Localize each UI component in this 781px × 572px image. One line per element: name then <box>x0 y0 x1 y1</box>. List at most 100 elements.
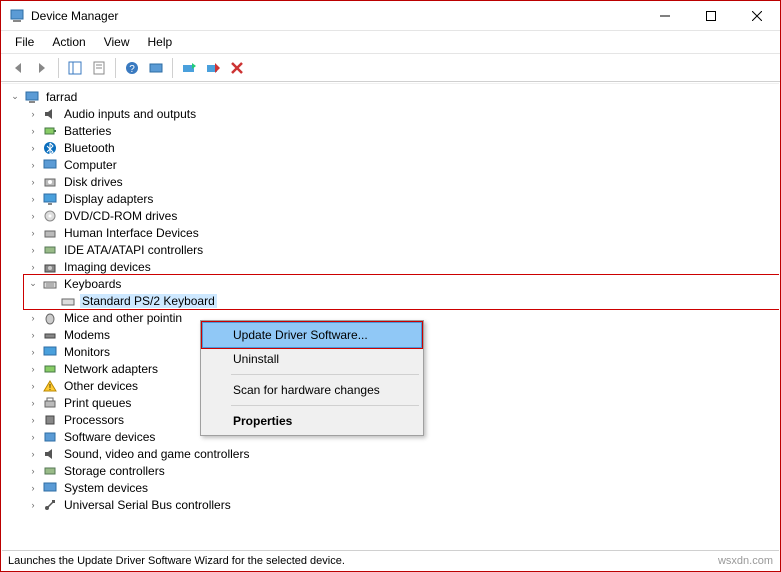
node-label: Mice and other pointin <box>62 311 184 325</box>
forward-button[interactable] <box>31 57 53 79</box>
bluetooth-icon <box>42 140 58 156</box>
expand-icon[interactable]: › <box>26 158 40 172</box>
scan-hardware-button[interactable] <box>145 57 167 79</box>
menu-label: Update Driver Software... <box>233 328 368 342</box>
close-button[interactable] <box>734 1 780 31</box>
expand-icon[interactable]: › <box>26 124 40 138</box>
camera-icon <box>42 259 58 275</box>
node-label: Monitors <box>62 345 112 359</box>
tree-node-audio[interactable]: › Audio inputs and outputs <box>24 105 779 122</box>
expand-icon[interactable]: › <box>26 379 40 393</box>
menu-help[interactable]: Help <box>140 33 181 51</box>
svg-text:!: ! <box>49 383 51 392</box>
expand-icon[interactable]: › <box>26 464 40 478</box>
storage-icon <box>42 463 58 479</box>
tree-node-computer[interactable]: ›Computer <box>24 156 779 173</box>
expand-icon[interactable]: › <box>26 243 40 257</box>
expand-icon[interactable]: › <box>26 413 40 427</box>
tree-root[interactable]: ⌄ farrad <box>6 88 779 105</box>
expand-icon[interactable]: › <box>26 481 40 495</box>
node-label: Disk drives <box>62 175 125 189</box>
tree-node-imaging[interactable]: ›Imaging devices <box>24 258 779 275</box>
node-label: Standard PS/2 Keyboard <box>80 294 217 308</box>
menu-file[interactable]: File <box>7 33 42 51</box>
node-label: Display adapters <box>62 192 155 206</box>
display-icon <box>42 191 58 207</box>
menu-action[interactable]: Action <box>44 33 93 51</box>
context-menu: Update Driver Software... Uninstall Scan… <box>200 320 424 436</box>
device-tree[interactable]: ⌄ farrad › Audio inputs and outputs ›Batt… <box>2 83 779 549</box>
expand-icon[interactable]: › <box>26 175 40 189</box>
node-label: Audio inputs and outputs <box>62 107 198 121</box>
show-hide-console-button[interactable] <box>64 57 86 79</box>
node-label: Other devices <box>62 379 140 393</box>
tree-node-batteries[interactable]: ›Batteries <box>24 122 779 139</box>
minimize-button[interactable] <box>642 1 688 31</box>
node-label: Sound, video and game controllers <box>62 447 251 461</box>
help-button[interactable]: ? <box>121 57 143 79</box>
tree-node-system[interactable]: ›System devices <box>24 479 779 496</box>
node-label: IDE ATA/ATAPI controllers <box>62 243 205 257</box>
tree-node-storage[interactable]: ›Storage controllers <box>24 462 779 479</box>
expand-icon[interactable]: › <box>26 311 40 325</box>
tree-node-keyboards[interactable]: ⌄ Keyboards <box>24 275 779 292</box>
expand-icon[interactable]: › <box>26 192 40 206</box>
expand-icon[interactable]: › <box>26 447 40 461</box>
expand-icon[interactable]: › <box>26 396 40 410</box>
ctx-scan-hardware[interactable]: Scan for hardware changes <box>203 378 421 402</box>
usb-icon <box>42 497 58 513</box>
audio-icon <box>42 106 58 122</box>
toolbar-separator <box>58 58 59 78</box>
expand-icon[interactable]: › <box>26 209 40 223</box>
tree-node-dvd[interactable]: ›DVD/CD-ROM drives <box>24 207 779 224</box>
expand-icon[interactable]: › <box>26 328 40 342</box>
expand-icon[interactable]: › <box>26 362 40 376</box>
computer-icon <box>24 89 40 105</box>
expand-icon[interactable]: › <box>26 107 40 121</box>
disable-button[interactable] <box>226 57 248 79</box>
toolbar-separator <box>172 58 173 78</box>
titlebar: Device Manager <box>1 1 780 31</box>
maximize-button[interactable] <box>688 1 734 31</box>
back-button[interactable] <box>7 57 29 79</box>
network-icon <box>42 361 58 377</box>
tree-node-usb[interactable]: ›Universal Serial Bus controllers <box>24 496 779 513</box>
toolbar-separator <box>115 58 116 78</box>
node-label: Software devices <box>62 430 157 444</box>
collapse-icon[interactable]: ⌄ <box>26 277 40 291</box>
expand-icon[interactable]: › <box>26 345 40 359</box>
ctx-properties[interactable]: Properties <box>203 409 421 433</box>
update-driver-button[interactable] <box>178 57 200 79</box>
warning-icon: ! <box>42 378 58 394</box>
tree-node-ide[interactable]: › IDE ATA/ATAPI controllers <box>24 241 779 258</box>
tree-item-standard-keyboard[interactable]: Standard PS/2 Keyboard <box>42 292 779 309</box>
tree-node-bluetooth[interactable]: › Bluetooth <box>24 139 779 156</box>
computer-icon <box>42 157 58 173</box>
node-label: Print queues <box>62 396 133 410</box>
node-label: farrad <box>44 90 79 104</box>
tree-node-sound[interactable]: › Sound, video and game controllers <box>24 445 779 462</box>
uninstall-button[interactable] <box>202 57 224 79</box>
node-label: Bluetooth <box>62 141 117 155</box>
software-icon <box>42 429 58 445</box>
expand-icon[interactable]: › <box>26 430 40 444</box>
expand-icon[interactable]: › <box>26 260 40 274</box>
toolbar: ? <box>1 54 780 82</box>
ide-icon <box>42 242 58 258</box>
expand-icon[interactable]: › <box>26 141 40 155</box>
ctx-update-driver[interactable]: Update Driver Software... <box>202 322 422 348</box>
monitor-icon <box>42 344 58 360</box>
node-label: Keyboards <box>62 277 123 291</box>
modem-icon <box>42 327 58 343</box>
tree-node-disk[interactable]: › Disk drives <box>24 173 779 190</box>
hid-icon <box>42 225 58 241</box>
collapse-icon[interactable]: ⌄ <box>8 90 22 104</box>
tree-node-hid[interactable]: ›Human Interface Devices <box>24 224 779 241</box>
expand-icon[interactable]: › <box>26 226 40 240</box>
properties-button[interactable] <box>88 57 110 79</box>
menu-view[interactable]: View <box>96 33 138 51</box>
ctx-uninstall[interactable]: Uninstall <box>203 347 421 371</box>
tree-node-display[interactable]: › Display adapters <box>24 190 779 207</box>
battery-icon <box>42 123 58 139</box>
expand-icon[interactable]: › <box>26 498 40 512</box>
